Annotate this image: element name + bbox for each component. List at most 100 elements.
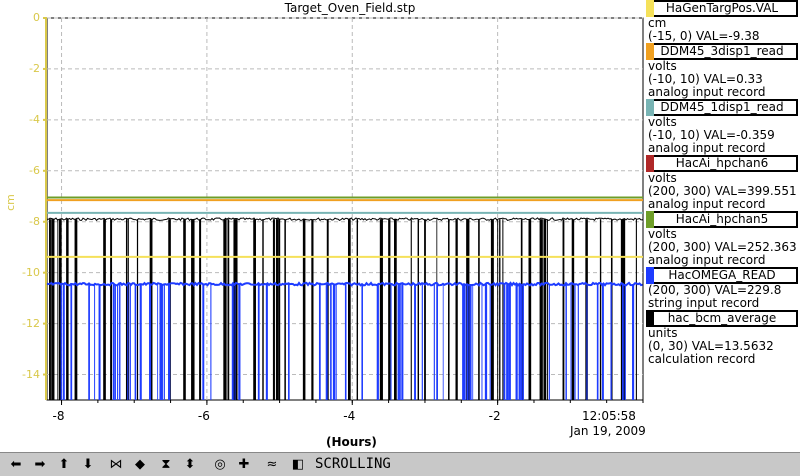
series-drop [163,284,165,400]
series-drop [508,284,511,400]
legend-item[interactable]: HaGenTargPos.VAL cm (-15, 0) VAL=-9.38 [646,0,800,43]
legend-item[interactable]: DDM45_1disp1_read volts (-10, 10) VAL=-0.3… [646,99,800,155]
series-drop [302,219,306,400]
series-drop [490,219,494,400]
legend-range-val: (-15, 0) VAL=-9.38 [648,29,760,43]
y-tick-label: -8 [29,214,40,228]
series-drop [515,284,518,400]
stagger-icon[interactable]: ≈ [262,455,282,473]
series-drop [528,219,532,400]
series-drop [622,284,624,400]
y-tick-label: -6 [29,163,40,177]
series-drop [522,284,524,400]
series-drop [257,284,260,400]
series-drop [119,284,121,400]
y-tick-label: -12 [22,316,40,330]
legend-record: analog input record [648,197,766,211]
series-drop [103,219,106,400]
series-drop [624,284,626,400]
scroll-right-icon[interactable]: ➡ [30,455,50,473]
series-drop [520,284,523,400]
series-drop [284,219,286,400]
legend-item[interactable]: DDM45_3disp1_read volts (-10, 10) VAL=0.33… [646,43,800,99]
y-tick-label: -4 [29,112,40,126]
series-drop [401,284,404,400]
series-drop [499,219,501,400]
series-drop [235,219,238,400]
series-drop [635,219,637,400]
mode-label: SCROLLING [315,456,391,472]
series-drop [394,219,397,400]
series-drop [417,219,420,400]
marker-icon[interactable]: ✚ [234,455,254,473]
series-drop [66,219,69,400]
series-drop [361,284,363,400]
scroll-up-icon[interactable]: ⬆ [54,455,74,473]
series-drop [414,284,416,400]
chart-area[interactable] [0,0,646,452]
autoscale-icon[interactable]: ◎ [210,455,230,473]
y-tick-label: -14 [22,367,40,381]
series-drop [462,284,465,400]
series-drop [262,219,264,400]
series-drop [202,284,205,400]
series-drop [311,219,314,400]
zoom-in-x-icon[interactable]: ⋈ [106,455,126,473]
series-drop [469,284,472,400]
series-drop [546,219,548,400]
legend-item[interactable]: hac_bcm_average units (0, 30) VAL=13.5632 c… [646,310,800,366]
series-drop [376,284,379,400]
series-drop [448,219,450,400]
legend-record: analog input record [648,141,766,155]
series-drop [161,284,163,400]
x-tick-label: -8 [52,409,65,423]
legend-item[interactable]: HacOMEGA_READ (200, 300) VAL=229.8 string … [646,267,800,310]
series-drop [565,284,567,400]
y-axis-label: cm [3,194,17,211]
series-drop [347,219,351,400]
series-drop [455,219,458,400]
series-drop [388,219,391,400]
legend-item[interactable]: HacAi_hpchan5 volts (200, 300) VAL=252.363… [646,211,800,267]
series-drop [478,219,480,400]
series-drop [489,284,491,400]
series-drop [129,284,131,400]
legend-name: HacAi_hpchan6 [646,155,798,172]
legend-swatch [646,0,654,17]
series-drop [325,284,328,400]
legend-item[interactable]: HacAi_hpchan6 volts (200, 300) VAL=399.551… [646,155,800,211]
series-drop [234,284,236,400]
series-drop [157,284,159,400]
series-drop [562,219,565,400]
series-drop [571,219,575,400]
series-drop [518,284,520,400]
series-drop [335,284,337,400]
series-drop [184,219,186,400]
series-drop [136,219,139,400]
series-drop [98,284,101,400]
legend-name: HaGenTargPos.VAL [646,0,798,17]
series-drop [502,219,504,400]
series-drop [497,219,499,400]
series-drop [113,284,115,400]
series-drop [134,284,137,400]
series-drop [51,219,55,400]
series-drop [60,284,62,400]
zoom-out-x-icon[interactable]: ◆ [130,455,150,473]
scroll-left-icon[interactable]: ⬅ [6,455,26,473]
legend-swatch [646,211,654,228]
series-drop [539,219,543,400]
export-icon[interactable]: ◧ [288,455,308,473]
series-drop [596,284,599,400]
series-drop [599,219,602,400]
series-drop [632,284,635,400]
series-drop [484,284,488,400]
legend-record: string input record [648,296,760,310]
scroll-down-icon[interactable]: ⬇ [78,455,98,473]
series-drop [398,284,400,400]
series-drop [57,219,59,400]
zoom-in-y-icon[interactable]: ⧗ [156,455,176,473]
zoom-out-y-icon[interactable]: ⬍ [180,455,200,473]
series-drop [503,284,506,400]
legend: HaGenTargPos.VAL cm (-15, 0) VAL=-9.38 DDM4… [646,0,800,366]
